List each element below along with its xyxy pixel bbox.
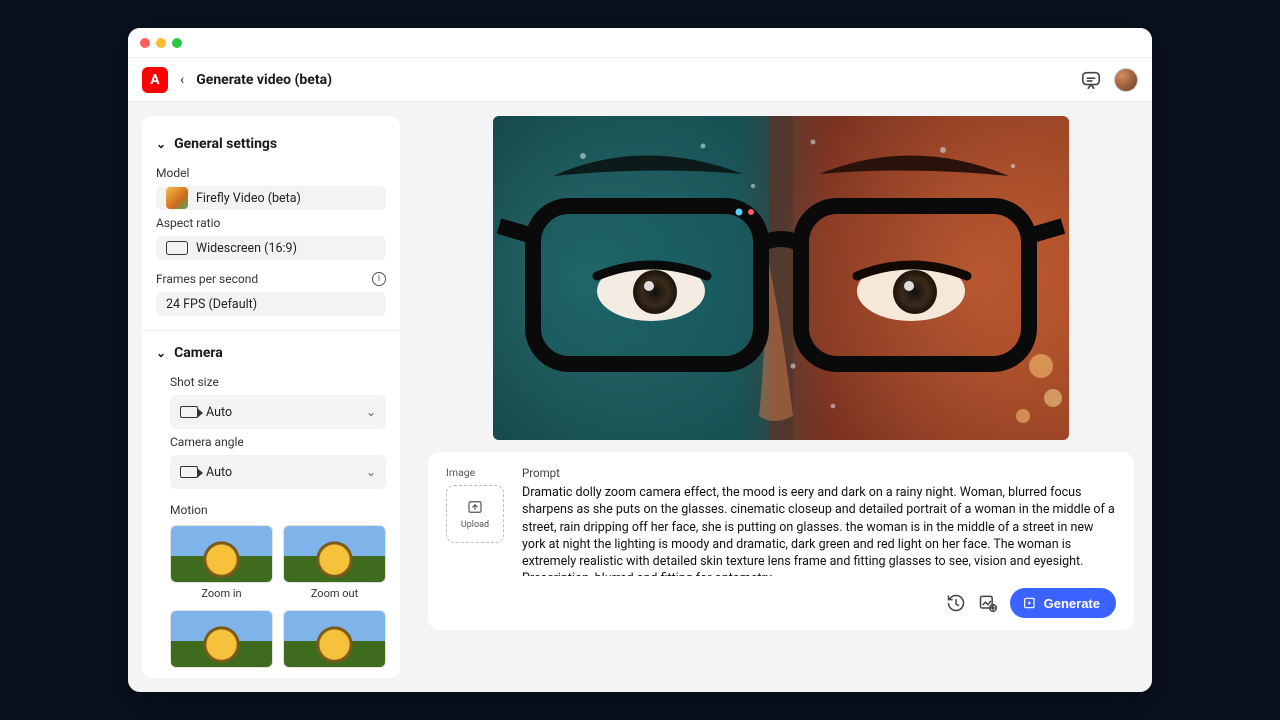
section-general-settings[interactable]: ⌄ General settings bbox=[156, 126, 386, 160]
section-camera[interactable]: ⌄ Camera bbox=[156, 335, 386, 369]
motion-thumb-icon bbox=[170, 525, 273, 583]
upload-icon bbox=[466, 498, 484, 516]
motion-option-zoom-in[interactable]: Zoom in bbox=[170, 525, 273, 600]
style-settings-icon[interactable] bbox=[978, 593, 998, 613]
window-titlebar bbox=[128, 28, 1152, 58]
motion-thumb-icon bbox=[170, 610, 273, 668]
motion-option-label: Zoom out bbox=[311, 587, 358, 600]
brand-logo-icon[interactable]: A bbox=[142, 67, 168, 93]
settings-sidebar: ⌄ General settings Model Firefly Video (… bbox=[142, 116, 400, 678]
window-minimize-icon[interactable] bbox=[156, 38, 166, 48]
model-select[interactable]: Firefly Video (beta) bbox=[156, 186, 386, 210]
motion-thumb-icon bbox=[283, 610, 386, 668]
fps-select[interactable]: 24 FPS (Default) bbox=[156, 292, 386, 316]
video-preview[interactable] bbox=[493, 116, 1069, 440]
generate-label: Generate bbox=[1044, 596, 1100, 611]
avatar[interactable] bbox=[1114, 68, 1138, 92]
content-area: ⌄ General settings Model Firefly Video (… bbox=[128, 102, 1152, 692]
page-title: Generate video (beta) bbox=[196, 72, 332, 88]
back-button[interactable]: ‹ bbox=[180, 72, 184, 88]
motion-option[interactable] bbox=[170, 610, 273, 668]
widescreen-icon bbox=[166, 241, 188, 255]
shot-size-select[interactable]: Auto ⌄ bbox=[170, 395, 386, 429]
shot-size-label: Shot size bbox=[170, 375, 386, 389]
camera-icon bbox=[180, 466, 198, 478]
upload-image-button[interactable]: Upload bbox=[446, 485, 504, 543]
section-title: Camera bbox=[174, 345, 223, 361]
model-label: Model bbox=[156, 166, 386, 180]
generate-button[interactable]: Generate bbox=[1010, 588, 1116, 618]
motion-option-label: Zoom in bbox=[201, 587, 241, 600]
prompt-label: Prompt bbox=[522, 466, 1116, 480]
chevron-down-icon: ⌄ bbox=[366, 405, 376, 419]
camera-icon bbox=[180, 406, 198, 418]
top-bar: A ‹ Generate video (beta) bbox=[128, 58, 1152, 102]
camera-angle-value: Auto bbox=[206, 465, 232, 480]
window-close-icon[interactable] bbox=[140, 38, 150, 48]
aspect-ratio-value: Widescreen (16:9) bbox=[196, 241, 297, 256]
camera-angle-label: Camera angle bbox=[170, 435, 386, 449]
divider bbox=[142, 330, 400, 331]
section-title: General settings bbox=[174, 136, 277, 152]
fps-label: Frames per second bbox=[156, 272, 258, 286]
chevron-down-icon: ⌄ bbox=[156, 137, 166, 151]
info-icon[interactable]: i bbox=[372, 272, 386, 286]
motion-label: Motion bbox=[170, 503, 386, 517]
shot-size-value: Auto bbox=[206, 405, 232, 420]
prompt-card: Image Upload Prompt Dramatic dolly zoom … bbox=[428, 452, 1134, 630]
model-thumb-icon bbox=[166, 187, 188, 209]
prompt-text[interactable]: Dramatic dolly zoom camera effect, the m… bbox=[522, 484, 1116, 576]
model-value: Firefly Video (beta) bbox=[196, 191, 301, 206]
comments-icon[interactable] bbox=[1080, 69, 1102, 91]
history-icon[interactable] bbox=[946, 593, 966, 613]
app-window: A ‹ Generate video (beta) ⌄ General sett… bbox=[128, 28, 1152, 692]
image-label: Image bbox=[446, 466, 504, 479]
chevron-down-icon: ⌄ bbox=[366, 465, 376, 479]
window-zoom-icon[interactable] bbox=[172, 38, 182, 48]
camera-angle-select[interactable]: Auto ⌄ bbox=[170, 455, 386, 489]
fps-value: 24 FPS (Default) bbox=[166, 297, 257, 312]
main-panel: Image Upload Prompt Dramatic dolly zoom … bbox=[424, 116, 1138, 678]
motion-option-zoom-out[interactable]: Zoom out bbox=[283, 525, 386, 600]
aspect-ratio-label: Aspect ratio bbox=[156, 216, 386, 230]
motion-thumb-icon bbox=[283, 525, 386, 583]
aspect-ratio-select[interactable]: Widescreen (16:9) bbox=[156, 236, 386, 260]
upload-label: Upload bbox=[461, 520, 489, 530]
motion-option[interactable] bbox=[283, 610, 386, 668]
sparkle-icon bbox=[1022, 595, 1038, 611]
chevron-down-icon: ⌄ bbox=[156, 346, 166, 360]
